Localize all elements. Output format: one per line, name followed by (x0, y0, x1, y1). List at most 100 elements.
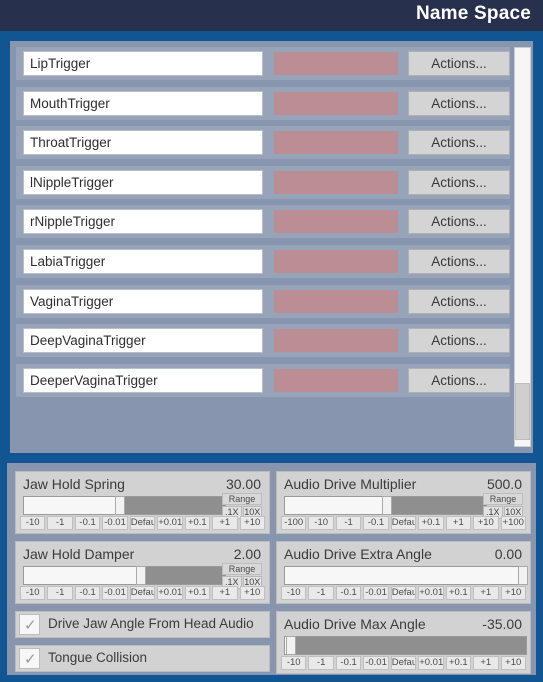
trigger-list-viewport: Actions... Actions... Actions... Actions...… (16, 47, 510, 447)
stepper-button[interactable]: -0.01 (363, 656, 389, 670)
trigger-color-swatch[interactable] (274, 210, 398, 234)
slider-label: Audio Drive Max Angle (284, 616, 426, 632)
stepper-button[interactable]: +1 (473, 656, 499, 670)
slider-thumb[interactable] (517, 566, 528, 585)
stepper-row: -100-10-1-0.1Default+0.1+1+10+100 (281, 516, 526, 530)
stepper-button[interactable]: +1 (473, 586, 499, 600)
slider-track[interactable] (23, 566, 226, 585)
list-scrollbar-track[interactable] (514, 47, 531, 447)
stepper-button[interactable]: -10 (20, 516, 46, 530)
trigger-color-swatch[interactable] (274, 52, 398, 75)
stepper-button[interactable]: +1 (212, 586, 238, 600)
trigger-name-input[interactable] (23, 130, 263, 156)
stepper-button[interactable]: -0.01 (102, 586, 128, 600)
controls-right-column: Audio Drive Multiplier 500.0 Range .1X 10X -1… (276, 471, 531, 681)
table-row: Actions... (16, 165, 510, 199)
stepper-button[interactable]: +0.1 (445, 586, 472, 600)
stepper-button[interactable]: -10 (308, 516, 334, 530)
trigger-name-input[interactable] (23, 169, 263, 195)
trigger-name-input[interactable] (23, 328, 263, 354)
trigger-name-input[interactable] (23, 90, 263, 116)
stepper-button[interactable]: -100 (281, 516, 307, 530)
stepper-button[interactable]: -0.1 (335, 586, 362, 600)
stepper-button[interactable]: Default (129, 516, 156, 530)
stepper-button[interactable]: +0.01 (418, 586, 444, 600)
stepper-button[interactable]: +10 (500, 586, 526, 600)
trigger-name-input[interactable] (23, 367, 263, 393)
actions-button[interactable]: Actions... (408, 130, 510, 156)
slider-control: Jaw Hold Damper 2.00 Range .1X 10X -10 -1 -0.1-… (15, 541, 270, 604)
trigger-color-swatch[interactable] (274, 249, 398, 273)
slider-track[interactable] (284, 566, 528, 585)
stepper-button[interactable]: +0.01 (157, 516, 183, 530)
slider-thumb[interactable] (286, 636, 297, 655)
checkbox-box[interactable]: ✓ (19, 614, 40, 635)
stepper-button[interactable]: -1 (308, 586, 334, 600)
slider-thumb[interactable] (115, 496, 126, 515)
trigger-color-swatch[interactable] (274, 289, 398, 313)
stepper-button[interactable]: -10 (281, 586, 307, 600)
actions-button[interactable]: Actions... (408, 248, 510, 274)
trigger-name-input[interactable] (23, 288, 263, 314)
stepper-button[interactable]: +0.1 (418, 516, 444, 530)
slider-thumb[interactable] (135, 566, 146, 585)
trigger-color-swatch[interactable] (274, 91, 398, 115)
actions-button[interactable]: Actions... (408, 367, 510, 393)
table-row: Actions... (16, 324, 510, 358)
range-label: Range (222, 493, 262, 505)
list-scrollbar-thumb[interactable] (515, 383, 530, 440)
trigger-color-swatch[interactable] (274, 131, 398, 155)
stepper-button[interactable]: -0.1 (363, 516, 389, 530)
stepper-button[interactable]: +10 (239, 586, 265, 600)
slider-track-row (282, 635, 527, 657)
stepper-button[interactable]: Default (390, 586, 417, 600)
stepper-button[interactable]: +0.1 (445, 656, 472, 670)
stepper-button[interactable]: +1 (445, 516, 472, 530)
stepper-button[interactable]: +0.01 (418, 656, 444, 670)
stepper-button[interactable]: -1 (47, 516, 73, 530)
slider-fill (285, 497, 384, 514)
stepper-button[interactable]: +0.01 (157, 586, 183, 600)
slider-track[interactable] (284, 636, 527, 655)
stepper-button[interactable]: -0.1 (74, 516, 101, 530)
stepper-button[interactable]: -10 (20, 586, 46, 600)
stepper-button[interactable]: +10 (473, 516, 499, 530)
checkbox-box[interactable]: ✓ (19, 648, 40, 669)
slider-fill (285, 567, 519, 584)
actions-button[interactable]: Actions... (408, 288, 510, 314)
actions-button[interactable]: Actions... (408, 169, 510, 195)
slider-thumb[interactable] (382, 496, 393, 515)
stepper-button[interactable]: Default (129, 586, 156, 600)
trigger-color-swatch[interactable] (274, 329, 398, 353)
stepper-button[interactable]: Default (390, 656, 417, 670)
slider-control: Jaw Hold Spring 30.00 Range .1X 10X -10 -1 -0.1… (15, 471, 270, 534)
trigger-name-input[interactable] (23, 248, 263, 274)
stepper-button[interactable]: +1 (212, 516, 238, 530)
stepper-button[interactable]: +10 (500, 656, 526, 670)
stepper-button[interactable]: -1 (335, 516, 362, 530)
stepper-button[interactable]: +0.1 (184, 516, 211, 530)
checkbox-row[interactable]: ✓ Tongue Collision (15, 645, 270, 672)
actions-button[interactable]: Actions... (408, 328, 510, 354)
trigger-name-input[interactable] (23, 51, 263, 76)
slider-track[interactable] (23, 496, 226, 515)
stepper-button[interactable]: -0.1 (74, 586, 101, 600)
stepper-button[interactable]: +0.1 (184, 586, 211, 600)
slider-track[interactable] (284, 496, 487, 515)
checkbox-row[interactable]: ✓ Drive Jaw Angle From Head Audio (15, 611, 270, 638)
actions-button[interactable]: Actions... (408, 90, 510, 116)
stepper-button[interactable]: +10 (239, 516, 265, 530)
stepper-button[interactable]: -1 (47, 586, 73, 600)
trigger-color-swatch[interactable] (274, 170, 398, 194)
stepper-button[interactable]: -0.01 (363, 586, 389, 600)
stepper-button[interactable]: -10 (281, 656, 307, 670)
trigger-name-input[interactable] (23, 209, 263, 235)
actions-button[interactable]: Actions... (408, 51, 510, 76)
stepper-button[interactable]: -0.01 (102, 516, 128, 530)
stepper-button[interactable]: -1 (308, 656, 334, 670)
actions-button[interactable]: Actions... (408, 209, 510, 235)
stepper-button[interactable]: +100 (500, 516, 526, 530)
trigger-color-swatch[interactable] (274, 368, 398, 392)
stepper-button[interactable]: -0.1 (335, 656, 362, 670)
stepper-button[interactable]: Default (390, 516, 417, 530)
